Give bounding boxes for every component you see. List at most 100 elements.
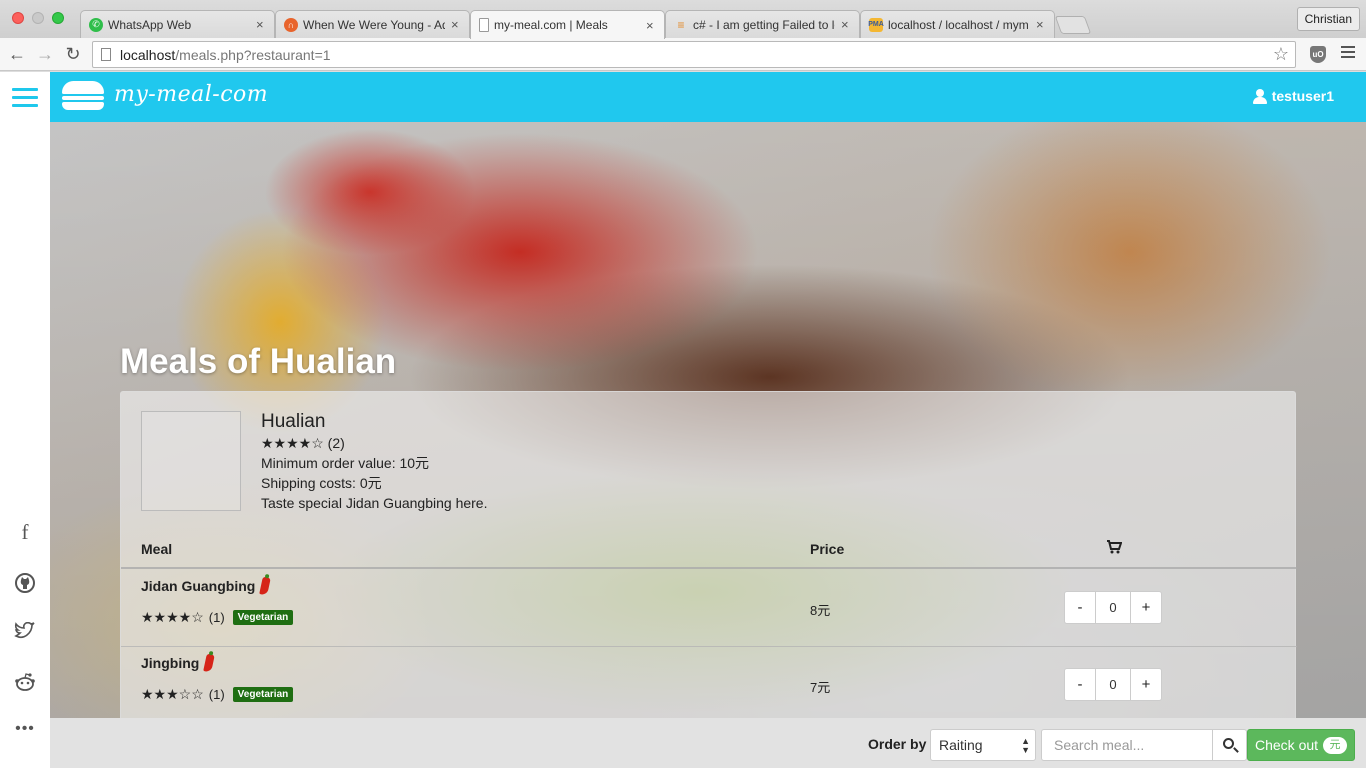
checkout-total-badge: 元 <box>1323 737 1347 754</box>
restaurant-name: Hualian <box>261 411 326 432</box>
user-icon <box>1252 88 1267 104</box>
meal-price: 8元 <box>810 603 831 618</box>
rating-count: (1) <box>208 610 225 625</box>
increment-button[interactable]: + <box>1131 669 1161 700</box>
facebook-icon[interactable]: f <box>0 520 50 545</box>
checkout-label: Check out <box>1255 737 1319 753</box>
page-title: Meals of Hualian <box>120 342 397 381</box>
browser-menu-icon[interactable] <box>1341 46 1355 61</box>
row-divider <box>121 646 1297 647</box>
restaurant-description: Taste special Jidan Guangbing here. <box>261 495 488 511</box>
whatsapp-icon: ✆ <box>89 17 103 32</box>
tab-title: my-meal.com | Meals <box>494 18 608 32</box>
order-toolbar: Order by Raiting ▲▼ Check out 元 <box>50 718 1366 768</box>
tab-title: When We Were Young - Ad <box>303 17 445 32</box>
browser-tab-my-meal[interactable]: my-meal.com | Meals × <box>470 10 665 39</box>
phpmyadmin-icon: PMA <box>868 17 884 32</box>
order-by-label: Order by <box>868 736 927 752</box>
tab-title: localhost / localhost / mym <box>888 17 1029 32</box>
quantity-stepper: - 0 + <box>1064 591 1162 624</box>
close-icon[interactable]: × <box>646 18 656 33</box>
meal-name[interactable]: Jidan Guangbing <box>141 576 272 596</box>
search-icon <box>1223 738 1234 749</box>
vegetarian-badge: Vegetarian <box>232 687 294 702</box>
quantity-value[interactable]: 0 <box>1095 592 1131 623</box>
window-minimize-button[interactable] <box>32 12 44 24</box>
decrement-button[interactable]: - <box>1065 592 1095 623</box>
restaurant-thumbnail <box>141 411 241 511</box>
meal-price: 7元 <box>810 680 831 695</box>
ublock-extension-icon[interactable]: uO <box>1310 46 1326 63</box>
vegetarian-badge: Vegetarian <box>232 610 294 625</box>
search-button[interactable] <box>1212 729 1247 761</box>
app-header: my-meal-com testuser1 <box>50 72 1366 122</box>
column-header-meal: Meal <box>141 541 173 557</box>
meal-name-text: Jidan Guangbing <box>141 578 256 594</box>
column-header-price: Price <box>810 541 845 557</box>
tab-title: WhatsApp Web <box>108 17 192 32</box>
quantity-stepper: - 0 + <box>1064 668 1162 701</box>
order-by-select[interactable]: Raiting ▲ ▼ <box>930 729 1036 761</box>
meal-name[interactable]: Jingbing <box>141 653 216 673</box>
checkout-button[interactable]: Check out 元 <box>1247 729 1355 761</box>
decrement-button[interactable]: - <box>1065 669 1095 700</box>
reload-icon[interactable]: ↻ <box>62 43 84 65</box>
page-viewport: f ••• my-meal-com testuser1 Meals of Hua… <box>0 72 1366 768</box>
page-icon <box>101 48 111 61</box>
chili-spicy-icon <box>259 576 272 596</box>
restaurant-rating: ★★★★☆ (2) <box>261 433 487 453</box>
more-icon[interactable]: ••• <box>0 720 50 738</box>
user-menu[interactable]: testuser1 <box>1252 88 1334 104</box>
forward-arrow-icon[interactable]: → <box>34 43 56 65</box>
search-meal-input[interactable] <box>1041 729 1213 761</box>
username: testuser1 <box>1271 88 1334 104</box>
browser-tab-phpmyadmin[interactable]: PMA localhost / localhost / mym × <box>860 10 1055 38</box>
meal-name-text: Jingbing <box>141 655 200 671</box>
restaurant-card: Hualian ★★★★☆ (2) Minimum order value: 1… <box>120 391 1297 731</box>
chili-spicy-icon <box>203 653 216 673</box>
close-icon[interactable]: × <box>451 17 461 32</box>
shipping-costs: Shipping costs: 0元 <box>261 475 382 491</box>
close-icon[interactable]: × <box>1036 17 1046 32</box>
url-host: localhost <box>120 46 176 63</box>
table-header-divider <box>121 567 1297 569</box>
new-tab-button[interactable] <box>1054 16 1092 34</box>
minimum-order: Minimum order value: 10元 <box>261 455 430 471</box>
hamburger-menu-icon[interactable] <box>12 88 38 112</box>
order-by-value: Raiting <box>939 737 983 753</box>
rating-count: (2) <box>327 435 345 451</box>
back-arrow-icon[interactable]: ← <box>6 43 28 65</box>
close-icon[interactable]: × <box>256 17 266 32</box>
logo-text[interactable]: my-meal-com <box>114 82 268 107</box>
rating-stars: ★★★★☆ <box>261 435 324 451</box>
reddit-icon[interactable] <box>0 672 50 697</box>
browser-tab-whatsapp[interactable]: ✆ WhatsApp Web × <box>80 10 275 38</box>
quantity-value[interactable]: 0 <box>1095 669 1131 700</box>
browser-tab-strip: ✆ WhatsApp Web × ∩ When We Were Young - … <box>0 0 1366 39</box>
bookmark-star-icon[interactable]: ☆ <box>1273 44 1289 65</box>
stackoverflow-icon: ≡ <box>677 17 685 32</box>
meal-rating: ★★★☆☆ (1) Vegetarian <box>141 686 294 703</box>
close-icon[interactable]: × <box>841 17 851 32</box>
twitter-icon[interactable] <box>0 621 50 645</box>
restaurant-info: Hualian ★★★★☆ (2) Minimum order value: 1… <box>261 411 487 513</box>
cart-icon <box>1106 540 1123 557</box>
window-zoom-button[interactable] <box>52 12 64 24</box>
rating-count: (1) <box>208 687 225 702</box>
browser-tab-stackoverflow[interactable]: ≡ c# - I am getting Failed to lo × <box>665 10 860 38</box>
side-rail: f ••• <box>0 72 50 768</box>
url-field[interactable]: localhost/meals.php?restaurant=1 ☆ <box>92 41 1296 68</box>
meal-rating: ★★★★☆ (1) Vegetarian <box>141 609 294 626</box>
burger-logo-icon[interactable] <box>62 81 104 111</box>
profile-button[interactable]: Christian <box>1296 7 1360 31</box>
rating-stars: ★★★☆☆ <box>141 686 204 702</box>
url-path: /meals.php?restaurant=1 <box>175 46 331 63</box>
page-icon <box>479 18 489 32</box>
headphones-icon: ∩ <box>284 17 298 32</box>
browser-tab-music[interactable]: ∩ When We Were Young - Ad × <box>275 10 470 38</box>
tab-title: c# - I am getting Failed to lo <box>693 17 835 32</box>
address-toolbar: ← → ↻ localhost/meals.php?restaurant=1 ☆… <box>0 38 1366 71</box>
github-icon[interactable] <box>0 572 50 599</box>
window-close-button[interactable] <box>12 12 24 24</box>
increment-button[interactable]: + <box>1131 592 1161 623</box>
